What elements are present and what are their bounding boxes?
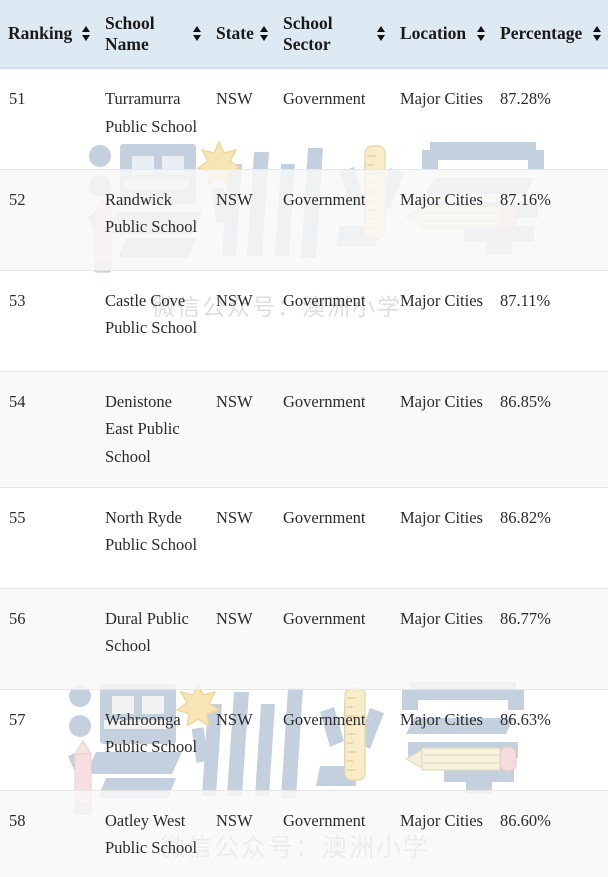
column-header-school-sector[interactable]: School Sector — [275, 0, 392, 69]
cell-school-sector: Government — [275, 270, 392, 372]
cell-school-name: Turramurra Public School — [97, 68, 208, 170]
sort-icon[interactable] — [593, 25, 602, 42]
column-header-school-name[interactable]: School Name — [97, 0, 208, 69]
cell-ranking: 56 — [0, 588, 97, 690]
cell-state: NSW — [208, 68, 275, 170]
table-row: 57 Wahroonga Public School NSW Government Ma… — [0, 689, 608, 791]
school-ranking-table: Ranking School Name State School Sector … — [0, 0, 608, 877]
column-header-state[interactable]: State — [208, 0, 275, 69]
cell-location: Major Cities — [392, 588, 492, 690]
cell-ranking: 55 — [0, 487, 97, 589]
cell-location: Major Cities — [392, 68, 492, 170]
cell-school-sector: Government — [275, 790, 392, 877]
column-header-location[interactable]: Location — [392, 0, 492, 69]
cell-location: Major Cities — [392, 169, 492, 271]
cell-percentage: 87.11% — [492, 270, 608, 372]
cell-school-name: Wahroonga Public School — [97, 689, 208, 791]
sort-icon[interactable] — [260, 25, 269, 42]
cell-school-sector: Government — [275, 169, 392, 271]
column-header-percentage[interactable]: Percentage — [492, 0, 608, 69]
cell-state: NSW — [208, 689, 275, 791]
cell-ranking: 53 — [0, 270, 97, 372]
cell-state: NSW — [208, 588, 275, 690]
cell-ranking: 52 — [0, 169, 97, 271]
cell-school-sector: Government — [275, 588, 392, 690]
cell-location: Major Cities — [392, 270, 492, 372]
cell-percentage: 86.82% — [492, 487, 608, 589]
cell-state: NSW — [208, 270, 275, 372]
sort-icon[interactable] — [82, 25, 91, 42]
sort-icon[interactable] — [477, 25, 486, 42]
cell-ranking: 58 — [0, 790, 97, 877]
table-row: 51 Turramurra Public School NSW Government M… — [0, 68, 608, 170]
cell-school-name: Oatley West Public School — [97, 790, 208, 877]
cell-percentage: 86.63% — [492, 689, 608, 791]
cell-school-sector: Government — [275, 371, 392, 488]
cell-state: NSW — [208, 487, 275, 589]
cell-location: Major Cities — [392, 790, 492, 877]
cell-school-name: Dural Public School — [97, 588, 208, 690]
cell-percentage: 86.85% — [492, 371, 608, 488]
column-header-percentage-label: Percentage — [500, 23, 583, 44]
column-header-school-name-label: School Name — [105, 12, 155, 54]
cell-school-sector: Government — [275, 68, 392, 170]
cell-school-name: North Ryde Public School — [97, 487, 208, 589]
table-row: 53 Castle Cove Public School NSW Government… — [0, 270, 608, 372]
table-row: 58 Oatley West Public School NSW Government… — [0, 790, 608, 877]
column-header-ranking[interactable]: Ranking — [0, 0, 97, 69]
column-header-location-label: Location — [400, 23, 467, 44]
cell-school-name: Randwick Public School — [97, 169, 208, 271]
table-row: 55 North Ryde Public School NSW Government M… — [0, 487, 608, 589]
cell-school-sector: Government — [275, 487, 392, 589]
column-header-state-label: State — [216, 23, 254, 44]
table-body: 51 Turramurra Public School NSW Government M… — [0, 68, 608, 877]
cell-school-name: Castle Cove Public School — [97, 270, 208, 372]
cell-percentage: 86.60% — [492, 790, 608, 877]
ranking-table-container: 微信公众号：澳洲小学 微信公众号：澳洲小学 Ranking School Nam… — [0, 0, 608, 877]
cell-state: NSW — [208, 169, 275, 271]
cell-state: NSW — [208, 371, 275, 488]
cell-location: Major Cities — [392, 371, 492, 488]
cell-location: Major Cities — [392, 487, 492, 589]
table-row: 56 Dural Public School NSW Government Major … — [0, 588, 608, 690]
cell-school-sector: Government — [275, 689, 392, 791]
cell-state: NSW — [208, 790, 275, 877]
cell-location: Major Cities — [392, 689, 492, 791]
cell-ranking: 57 — [0, 689, 97, 791]
header-row: Ranking School Name State School Sector … — [0, 0, 608, 69]
cell-ranking: 54 — [0, 371, 97, 488]
table-row: 54 Denistone East Public School NSW Governm… — [0, 371, 608, 488]
sort-icon[interactable] — [377, 25, 386, 42]
cell-percentage: 87.16% — [492, 169, 608, 271]
table-header: Ranking School Name State School Sector … — [0, 0, 608, 69]
cell-percentage: 86.77% — [492, 588, 608, 690]
cell-school-name: Denistone East Public School — [97, 371, 208, 488]
cell-ranking: 51 — [0, 68, 97, 170]
cell-percentage: 87.28% — [492, 68, 608, 170]
sort-icon[interactable] — [193, 25, 202, 42]
column-header-school-sector-label: School Sector — [283, 12, 333, 54]
column-header-ranking-label: Ranking — [8, 23, 73, 44]
table-row: 52 Randwick Public School NSW Government Maj… — [0, 169, 608, 271]
